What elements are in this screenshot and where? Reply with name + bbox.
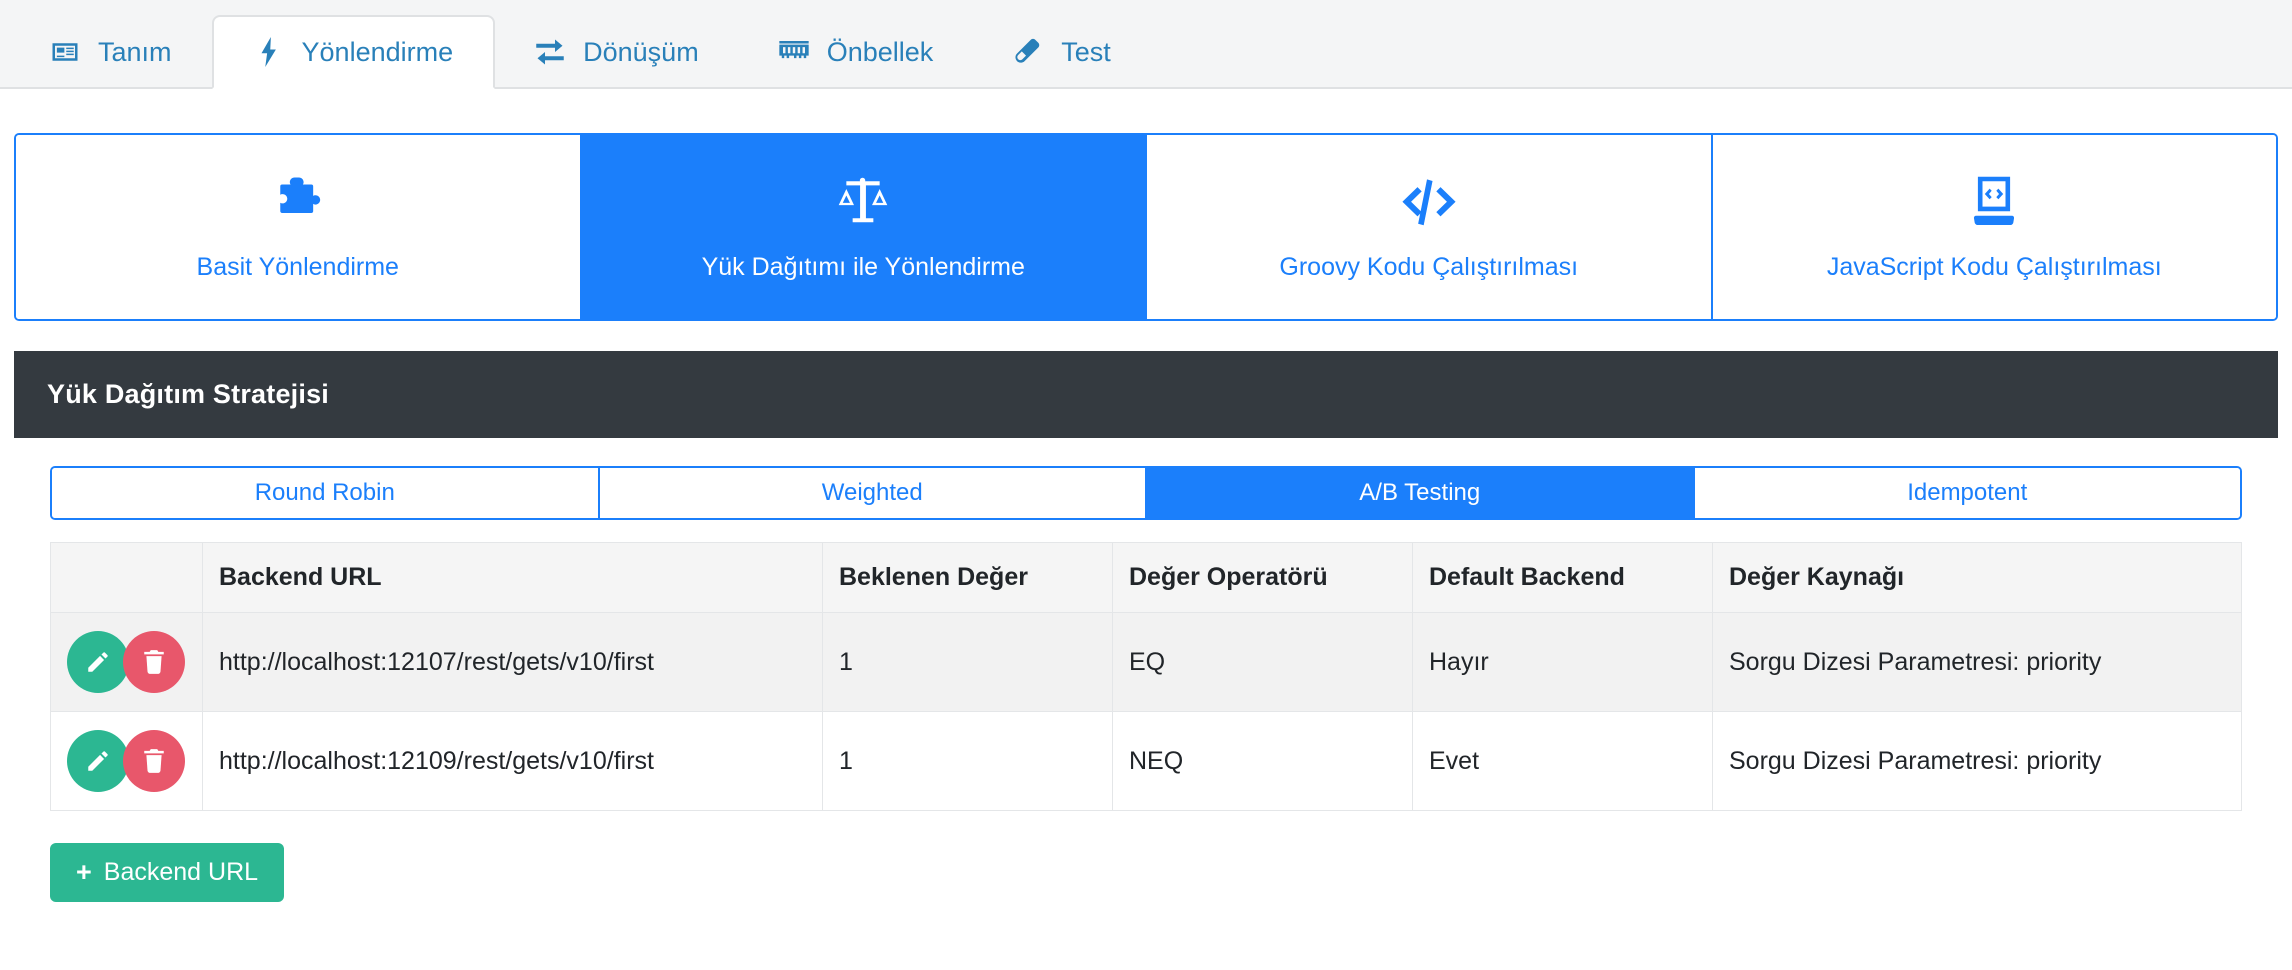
subtab-idempotent[interactable]: Idempotent <box>1694 468 2240 518</box>
column-header-backend-url: Backend URL <box>202 542 823 613</box>
balance-scale-icon <box>836 173 890 231</box>
column-header-default-backend: Default Backend <box>1412 542 1713 613</box>
primary-tab-bar: Tanım Yönlendirme Dönüşüm Önbellek Test <box>0 0 2292 89</box>
mobile-code-icon <box>1971 173 2017 231</box>
pencil-icon <box>88 751 108 771</box>
cell-backend-url: http://localhost:12109/rest/gets/v10/fir… <box>202 711 823 811</box>
cell-value-source: Sorgu Dizesi Parametresi: priority <box>1712 711 2242 811</box>
puzzle-piece-icon <box>270 173 326 231</box>
tab-yonlendirme[interactable]: Yönlendirme <box>211 15 496 89</box>
load-balancing-strategy-tabs: Round Robin Weighted A/B Testing Idempot… <box>50 466 2242 520</box>
subtab-label: A/B Testing <box>1359 479 1481 506</box>
tab-label: Yönlendirme <box>301 36 454 67</box>
bolt-icon <box>254 37 284 67</box>
tab-onbellek[interactable]: Önbellek <box>739 15 974 89</box>
cell-value-source: Sorgu Dizesi Parametresi: priority <box>1712 612 2242 712</box>
table-header-row: Backend URL Beklenen Değer Değer Operatö… <box>50 542 2242 613</box>
edit-row-button[interactable] <box>67 631 129 693</box>
trash-icon <box>144 650 164 674</box>
trash-icon <box>144 749 164 773</box>
strategy-card-groovy-kodu-calistirilmasi[interactable]: Groovy Kodu Çalıştırılması <box>1147 135 1713 319</box>
pencil-icon <box>88 652 108 672</box>
column-header-expected-value: Beklenen Değer <box>822 542 1113 613</box>
edit-row-button[interactable] <box>67 730 129 792</box>
subtab-round-robin[interactable]: Round Robin <box>52 468 600 518</box>
strategy-card-label: Basit Yönlendirme <box>196 252 399 281</box>
cell-default-backend: Evet <box>1412 711 1713 811</box>
tab-label: Tanım <box>98 36 172 67</box>
cell-value-operator: EQ <box>1112 612 1413 712</box>
table-row: http://localhost:12109/rest/gets/v10/fir… <box>50 711 2242 811</box>
add-backend-url-label: Backend URL <box>103 858 259 886</box>
column-header-value-operator: Değer Operatörü <box>1112 542 1413 613</box>
subtab-ab-testing[interactable]: A/B Testing <box>1147 468 1695 518</box>
cell-default-backend: Hayır <box>1412 612 1713 712</box>
tab-label: Dönüşüm <box>583 36 699 67</box>
row-actions-cell <box>50 711 203 811</box>
backend-url-table: Backend URL Beklenen Değer Değer Operatö… <box>50 542 2242 811</box>
exchange-icon <box>535 37 565 67</box>
cell-backend-url: http://localhost:12107/rest/gets/v10/fir… <box>202 612 823 712</box>
strategy-card-label: Yük Dağıtımı ile Yönlendirme <box>701 252 1025 281</box>
tab-donusum[interactable]: Dönüşüm <box>495 15 739 89</box>
tab-test[interactable]: Test <box>973 15 1151 89</box>
row-action-group <box>67 730 186 792</box>
subtab-label: Weighted <box>821 479 923 506</box>
panel-body: Round Robin Weighted A/B Testing Idempot… <box>14 438 2278 942</box>
memory-icon <box>779 37 809 67</box>
strategy-card-label: Groovy Kodu Çalıştırılması <box>1279 252 1579 281</box>
subtab-weighted[interactable]: Weighted <box>599 468 1147 518</box>
row-actions-cell <box>50 612 203 712</box>
table-row: http://localhost:12107/rest/gets/v10/fir… <box>50 612 2242 712</box>
row-action-group <box>67 631 186 693</box>
column-header-actions <box>50 542 203 613</box>
cell-expected-value: 1 <box>822 711 1113 811</box>
cell-value-operator: NEQ <box>1112 711 1413 811</box>
id-card-icon <box>50 37 80 67</box>
tab-label: Önbellek <box>826 36 934 67</box>
code-icon <box>1398 173 1460 231</box>
cell-expected-value: 1 <box>822 612 1113 712</box>
strategy-card-label: JavaScript Kodu Çalıştırılması <box>1826 252 2162 281</box>
subtab-label: Idempotent <box>1907 479 2028 506</box>
load-balancing-panel: Yük Dağıtım Stratejisi Round Robin Weigh… <box>14 351 2278 942</box>
routing-strategy-selector: Basit Yönlendirme Yük Dağıtımı ile Yönle… <box>14 133 2278 321</box>
add-backend-url-button[interactable]: + Backend URL <box>50 843 285 902</box>
strategy-card-basit-yonlendirme[interactable]: Basit Yönlendirme <box>16 135 582 319</box>
delete-row-button[interactable] <box>123 730 185 792</box>
tab-label: Test <box>1061 36 1111 67</box>
strategy-card-javascript-kodu-calistirilmasi[interactable]: JavaScript Kodu Çalıştırılması <box>1712 135 2276 319</box>
panel-title: Yük Dağıtım Stratejisi <box>14 351 2278 438</box>
plus-icon: + <box>76 857 92 887</box>
tab-tanim[interactable]: Tanım <box>10 15 212 89</box>
subtab-label: Round Robin <box>254 479 395 506</box>
column-header-value-source: Değer Kaynağı <box>1712 542 2242 613</box>
test-tube-icon <box>1013 37 1043 67</box>
delete-row-button[interactable] <box>123 631 185 693</box>
strategy-card-yuk-dagitimi-ile-yonlendirme[interactable]: Yük Dağıtımı ile Yönlendirme <box>581 135 1147 319</box>
